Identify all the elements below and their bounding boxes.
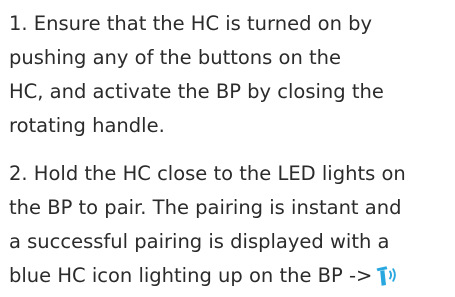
- step-2-line-4-text: blue HC icon lighting up on the BP ->: [9, 264, 373, 287]
- step-1-line-4: rotating handle.: [9, 114, 165, 137]
- step-1-paragraph: 1. Ensure that the HC is turned on by pu…: [9, 7, 453, 143]
- instructions-text: 1. Ensure that the HC is turned on by pu…: [9, 7, 453, 293]
- step-2-paragraph: 2. Hold the HC close to the LED lights o…: [9, 157, 453, 293]
- step-2-line-2: the BP to pair. The pairing is instant a…: [9, 196, 402, 219]
- step-1-line-3: HC, and activate the BP by closing the: [9, 80, 384, 103]
- hc-pairing-icon: [376, 266, 397, 286]
- step-2-line-3: a successful pairing is displayed with a: [9, 230, 390, 253]
- step-1-line-2: pushing any of the buttons on the: [9, 46, 342, 69]
- step-2-line-1: 2. Hold the HC close to the LED lights o…: [9, 162, 406, 185]
- step-1-line-1: 1. Ensure that the HC is turned on by: [9, 12, 373, 35]
- step-2-line-4: blue HC icon lighting up on the BP ->: [9, 259, 453, 293]
